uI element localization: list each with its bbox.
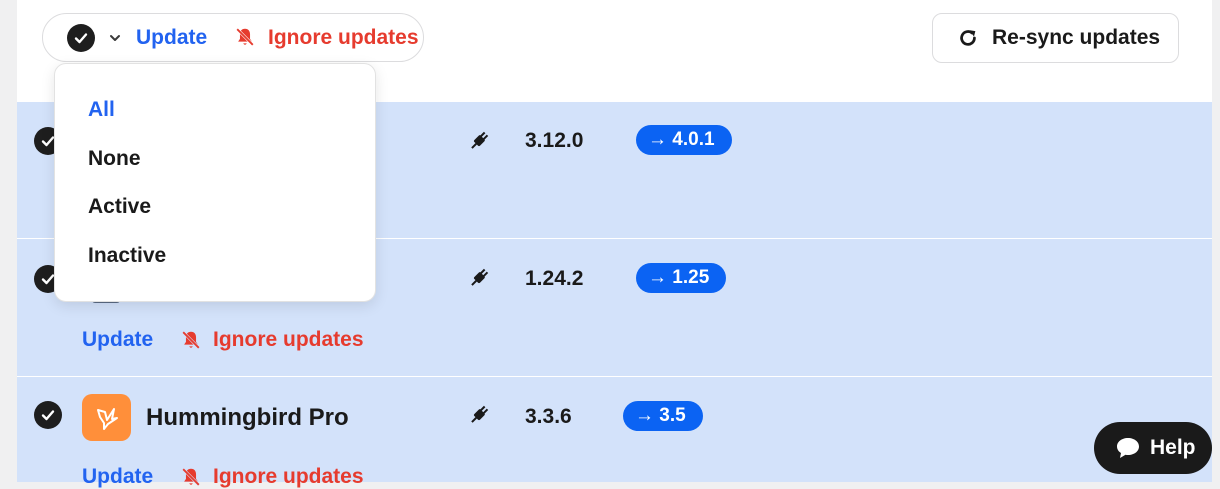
chat-icon — [1117, 438, 1139, 458]
new-version-badge[interactable]: → 1.25 — [636, 263, 726, 293]
current-version: 1.24.2 — [525, 267, 584, 290]
new-version-badge[interactable]: → 4.0.1 — [636, 125, 732, 155]
bell-off-icon — [182, 468, 200, 486]
dropdown-item-inactive[interactable]: Inactive — [88, 244, 166, 268]
bulk-actions-bar: Update Ignore updates — [42, 13, 424, 62]
dropdown-item-all[interactable]: All — [88, 98, 115, 122]
resync-label: Re-sync updates — [992, 26, 1161, 49]
new-version-badge[interactable]: → 3.5 — [623, 401, 703, 431]
bell-off-icon — [236, 28, 254, 46]
check-icon — [41, 410, 55, 421]
plug-icon — [471, 268, 489, 286]
hummingbird-icon — [96, 407, 118, 430]
help-label: Help — [1150, 436, 1196, 459]
hummingbird-logo — [82, 394, 131, 441]
bell-off-icon — [182, 331, 200, 349]
dropdown-item-active[interactable]: Active — [88, 195, 151, 219]
bulk-update-button[interactable]: Update — [136, 26, 207, 50]
select-filter-dropdown: All None Active Inactive — [54, 63, 376, 302]
plug-icon — [471, 405, 489, 423]
check-icon — [74, 33, 88, 44]
dropdown-item-none[interactable]: None — [88, 147, 141, 171]
row-ignore-link[interactable]: Ignore updates — [213, 328, 364, 352]
plug-icon — [471, 131, 489, 149]
resync-updates-button[interactable]: Re-sync updates — [932, 13, 1179, 63]
select-all-checkbox[interactable] — [67, 24, 95, 52]
current-version: 3.3.6 — [525, 405, 572, 428]
row-update-link[interactable]: Update — [82, 328, 153, 352]
row-update-link[interactable]: Update — [82, 465, 153, 489]
refresh-icon — [960, 30, 976, 46]
bulk-ignore-button[interactable]: Ignore updates — [268, 26, 419, 50]
current-version: 3.12.0 — [525, 129, 584, 152]
help-button[interactable]: Help — [1094, 422, 1212, 474]
chevron-down-icon[interactable] — [109, 32, 121, 44]
row-checkbox[interactable] — [34, 401, 62, 429]
plugin-name: Hummingbird Pro — [146, 404, 349, 431]
row-ignore-link[interactable]: Ignore updates — [213, 465, 364, 489]
